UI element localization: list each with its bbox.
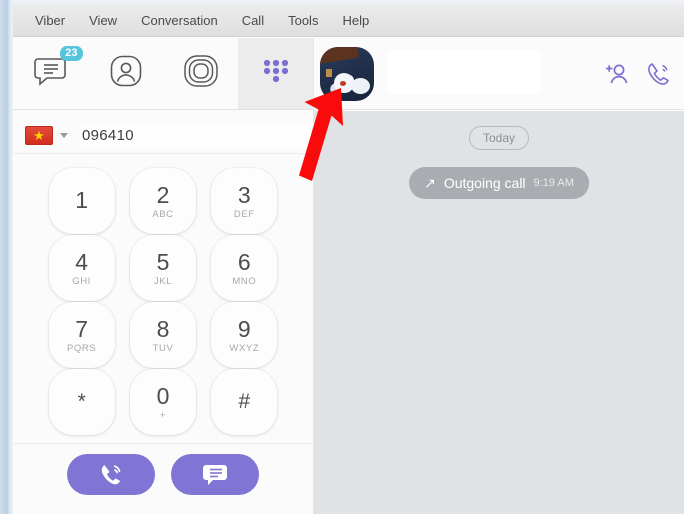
- tab-recents[interactable]: [163, 38, 238, 109]
- person-circle-icon: [109, 54, 143, 93]
- menu-item-tools[interactable]: Tools: [276, 10, 330, 31]
- dialer-actions: [13, 454, 313, 495]
- key-1[interactable]: 1: [48, 168, 115, 234]
- dial-keypad: 1 2 ABC 3 DEF 4 GHI 5 JKL 6 MNO 7 PQRS 8…: [13, 160, 313, 435]
- dialer-divider: [13, 443, 313, 444]
- key-2[interactable]: 2 ABC: [129, 168, 196, 234]
- key-letters: MNO: [232, 275, 257, 287]
- outgoing-call-arrow-icon: ↗: [424, 175, 436, 191]
- menu-item-conversation[interactable]: Conversation: [129, 10, 230, 31]
- conversation-title: [388, 50, 540, 94]
- key-4[interactable]: 4 GHI: [48, 235, 115, 301]
- key-8[interactable]: 8 TUV: [129, 302, 196, 368]
- day-separator: Today: [468, 126, 530, 150]
- add-person-icon[interactable]: [604, 62, 630, 86]
- country-chevron-down-icon[interactable]: [60, 133, 68, 138]
- key-digit: 3: [237, 181, 251, 208]
- key-9[interactable]: 9 WXYZ: [211, 302, 278, 368]
- conversation-header-actions: [604, 38, 672, 109]
- key-digit: 7: [75, 315, 89, 342]
- key-letters: WXYZ: [229, 342, 260, 354]
- key-letters: +: [159, 409, 167, 421]
- key-letters: TUV: [152, 342, 174, 354]
- key-letters: GHI: [72, 275, 91, 287]
- tab-contacts[interactable]: [88, 38, 163, 109]
- call-button[interactable]: [67, 454, 155, 495]
- flag-star: ★: [33, 128, 45, 143]
- vietnam-flag-icon[interactable]: ★: [25, 126, 53, 145]
- menu-item-help[interactable]: Help: [330, 10, 381, 31]
- avatar-nose-shape: [340, 81, 346, 86]
- key-3[interactable]: 3 DEF: [211, 168, 278, 234]
- key-5[interactable]: 5 JKL: [129, 235, 196, 301]
- menu-item-viber[interactable]: Viber: [23, 10, 77, 31]
- navigation-tabs: 23: [13, 38, 313, 109]
- key-digit: *: [77, 390, 86, 413]
- key-star[interactable]: *: [48, 369, 115, 435]
- key-digit: 9: [237, 315, 251, 342]
- keypad-dots-icon: [261, 58, 291, 89]
- message-time: 9:19 AM: [533, 177, 574, 189]
- message-button[interactable]: [171, 454, 259, 495]
- key-0[interactable]: 0 +: [129, 369, 196, 435]
- menu-bar: Viber View Conversation Call Tools Help: [13, 4, 684, 37]
- key-digit: 2: [156, 181, 170, 208]
- conversation-area: Today ↗ Outgoing call 9:19 AM Download.c…: [314, 111, 684, 514]
- key-6[interactable]: 6 MNO: [211, 235, 278, 301]
- phone-number-input[interactable]: [80, 124, 321, 147]
- key-hash[interactable]: #: [211, 369, 278, 435]
- window-left-border: [0, 0, 13, 514]
- key-digit: 4: [75, 248, 89, 275]
- tab-keypad[interactable]: [238, 38, 313, 109]
- menu-item-view[interactable]: View: [77, 10, 129, 31]
- avatar-roof-shape: [320, 47, 359, 65]
- dialer-panel: ★ ✕ 1 2 ABC 3 DEF 4 GHI 5: [13, 110, 338, 514]
- key-digit: 8: [156, 315, 170, 342]
- message-label: Outgoing call: [443, 175, 526, 191]
- key-letters: ABC: [152, 208, 174, 220]
- avatar-window-shape: [326, 69, 332, 77]
- phone-call-icon[interactable]: [646, 61, 672, 87]
- key-digit: 6: [237, 248, 251, 275]
- key-letters: DEF: [233, 208, 255, 220]
- recents-icon: [183, 54, 219, 93]
- avatar[interactable]: [320, 47, 374, 101]
- avatar-dog2-shape: [351, 78, 370, 94]
- key-digit: #: [238, 390, 251, 413]
- viber-desktop-window: Viber View Conversation Call Tools Help …: [0, 0, 684, 514]
- key-digit: 1: [75, 187, 89, 213]
- key-digit: 5: [156, 248, 170, 275]
- message-bubble-outgoing-call[interactable]: ↗ Outgoing call 9:19 AM: [409, 167, 589, 199]
- phone-input-row: ★ ✕: [13, 118, 338, 154]
- unread-badge: 23: [60, 46, 83, 61]
- key-digit: 0: [156, 382, 170, 409]
- conversation-header: [314, 38, 684, 110]
- key-letters: PQRS: [66, 342, 97, 354]
- key-letters: JKL: [153, 275, 173, 287]
- menu-item-call[interactable]: Call: [230, 10, 276, 31]
- key-7[interactable]: 7 PQRS: [48, 302, 115, 368]
- chat-bubble-icon: 23: [33, 46, 83, 91]
- tab-chats[interactable]: 23: [13, 38, 88, 109]
